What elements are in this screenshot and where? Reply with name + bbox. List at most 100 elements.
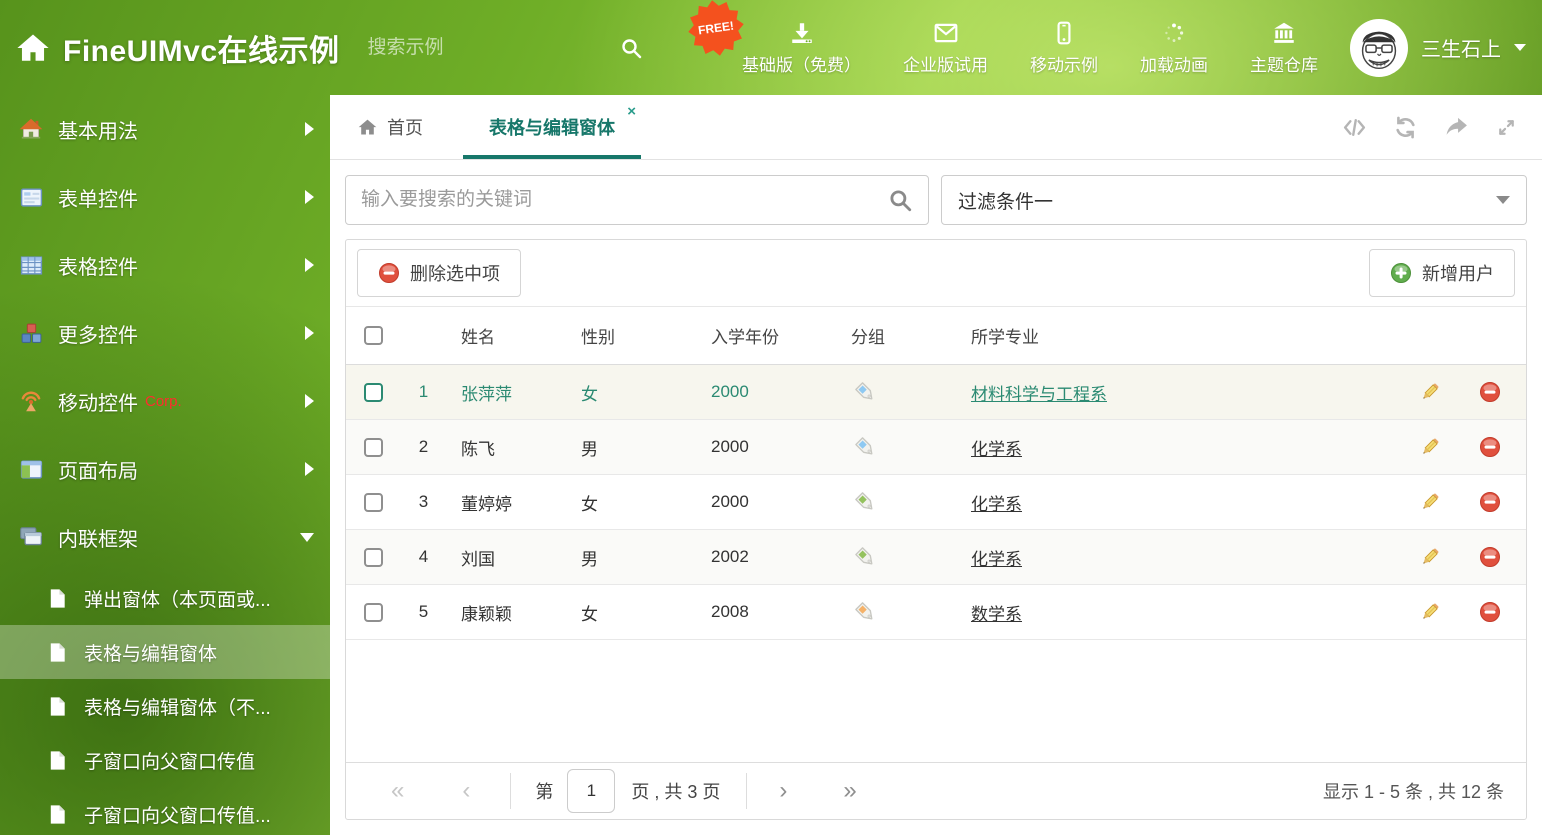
delete-cell	[1454, 601, 1526, 623]
sidebar-item-label: 页面布局	[58, 455, 138, 484]
add-user-button[interactable]: 新增用户	[1369, 249, 1515, 297]
pencil-icon[interactable]	[1419, 381, 1441, 403]
next-page-button[interactable]: ›	[779, 779, 787, 803]
header-menu-item-4[interactable]: 加载动画	[1140, 20, 1208, 76]
page-number-input[interactable]	[567, 769, 615, 813]
row-checkbox-cell	[346, 493, 401, 512]
chevron-right-icon	[305, 122, 314, 136]
delete-selected-button[interactable]: 删除选中项	[357, 249, 521, 297]
sidebar-item-form[interactable]: 表单控件	[0, 163, 330, 231]
minus-circle-icon[interactable]	[1479, 436, 1501, 458]
tab-home[interactable]: 首页	[345, 95, 435, 159]
header-search-input[interactable]	[368, 37, 613, 59]
share-icon[interactable]	[1444, 115, 1469, 140]
sidebar-subitem-1[interactable]: 弹出窗体（本页面或...	[0, 571, 330, 625]
pagination-bar: « ‹ 第 页 , 共 3 页 › » 显示 1 - 5 条 , 共 12 条	[346, 762, 1526, 819]
select-all-cell	[346, 326, 401, 345]
major-link[interactable]: 化学系	[971, 550, 1022, 569]
header-menu-label: 企业版试用	[903, 51, 988, 76]
sidebar-item-label: 内联框架	[58, 523, 138, 552]
select-all-checkbox[interactable]	[364, 326, 383, 345]
sidebar-item-more[interactable]: 更多控件	[0, 299, 330, 367]
user-menu[interactable]: 三生石上	[1350, 0, 1526, 95]
form-icon	[18, 185, 44, 210]
row-checkbox[interactable]	[364, 438, 383, 457]
major-link[interactable]: 化学系	[971, 440, 1022, 459]
document-icon	[44, 641, 70, 664]
sidebar-subitem-4[interactable]: 子窗口向父窗口传值	[0, 733, 330, 787]
major-link[interactable]: 化学系	[971, 495, 1022, 514]
header-menu-label: 加载动画	[1140, 51, 1208, 76]
major-link[interactable]: 材料科学与工程系	[971, 385, 1107, 404]
table-row[interactable]: 4刘国男2002化学系	[346, 530, 1526, 585]
table-row[interactable]: 2陈飞男2000化学系	[346, 420, 1526, 475]
refresh-icon[interactable]	[1393, 115, 1418, 140]
sidebar-item-label: 基本用法	[58, 115, 138, 144]
search-icon[interactable]	[619, 36, 643, 60]
sidebar-menu: 基本用法表单控件表格控件更多控件移动控件Corp. 页面布局内联框架弹出窗体（本页…	[0, 95, 330, 835]
chevron-right-icon	[305, 258, 314, 272]
cell-major: 数学系	[956, 600, 1406, 625]
row-number: 4	[401, 547, 446, 567]
delete-selected-label: 删除选中项	[410, 260, 500, 286]
sidebar-item-layout[interactable]: 页面布局	[0, 435, 330, 503]
minus-circle-icon[interactable]	[1479, 381, 1501, 403]
row-checkbox[interactable]	[364, 493, 383, 512]
code-icon[interactable]	[1342, 115, 1367, 140]
major-link[interactable]: 数学系	[971, 605, 1022, 624]
expand-icon[interactable]	[1495, 116, 1518, 139]
header-menu-item-1[interactable]: 基础版（免费）	[742, 20, 861, 76]
keyword-search-input[interactable]	[361, 189, 887, 211]
sidebar-subitem-5[interactable]: 子窗口向父窗口传值...	[0, 787, 330, 835]
minus-circle-icon[interactable]	[1479, 601, 1501, 623]
close-icon[interactable]: ×	[627, 104, 636, 119]
filter-row: 过滤条件一	[345, 175, 1527, 225]
sidebar-subitem-3[interactable]: 表格与编辑窗体（不...	[0, 679, 330, 733]
pencil-icon[interactable]	[1419, 546, 1441, 568]
tab-grid-edit-window[interactable]: 表格与编辑窗体×	[463, 95, 641, 159]
column-header-3[interactable]: 入学年份	[696, 323, 836, 348]
sidebar-item-mobile[interactable]: 移动控件Corp.	[0, 367, 330, 435]
header-menu-item-5[interactable]: 主题仓库	[1250, 20, 1318, 76]
sidebar-subitem-2[interactable]: 表格与编辑窗体	[0, 625, 330, 679]
table-row[interactable]: 3董婷婷女2000化学系	[346, 475, 1526, 530]
row-checkbox[interactable]	[364, 383, 383, 402]
search-icon[interactable]	[887, 187, 913, 213]
pencil-icon[interactable]	[1419, 601, 1441, 623]
header-menu-label: 主题仓库	[1250, 51, 1318, 76]
sidebar-item-grid[interactable]: 表格控件	[0, 231, 330, 299]
table-row[interactable]: 1张萍萍女2000材料科学与工程系	[346, 365, 1526, 420]
column-header-1[interactable]: 姓名	[446, 323, 566, 348]
first-page-button[interactable]: «	[391, 779, 404, 803]
cell-major: 化学系	[956, 545, 1406, 570]
sidebar-item-basic[interactable]: 基本用法	[0, 95, 330, 163]
row-checkbox[interactable]	[364, 548, 383, 567]
page-label-suffix: 页 , 共 3 页	[631, 778, 720, 804]
header-menu-item-2[interactable]: 企业版试用	[903, 20, 988, 76]
add-user-label: 新增用户	[1422, 260, 1494, 286]
pencil-icon[interactable]	[1419, 491, 1441, 513]
minus-circle-icon[interactable]	[1479, 546, 1501, 568]
column-header-2[interactable]: 性别	[566, 323, 696, 348]
cell-gender: 男	[566, 545, 696, 570]
edit-cell	[1406, 546, 1454, 568]
document-icon	[44, 587, 70, 610]
minus-circle-icon[interactable]	[1479, 491, 1501, 513]
delete-cell	[1454, 436, 1526, 458]
sidebar-item-iframe[interactable]: 内联框架	[0, 503, 330, 571]
row-checkbox-cell	[346, 438, 401, 457]
pencil-icon[interactable]	[1419, 436, 1441, 458]
row-checkbox[interactable]	[364, 603, 383, 622]
column-header-5[interactable]: 所学专业	[956, 323, 1406, 348]
chevron-down-icon	[1514, 44, 1526, 51]
header-menu-item-3[interactable]: 移动示例	[1030, 20, 1098, 76]
document-icon	[44, 695, 70, 718]
prev-page-button[interactable]: ‹	[462, 779, 470, 803]
table-row[interactable]: 5康颖颖女2008数学系	[346, 585, 1526, 640]
logo[interactable]: FineUIMvc在线示例	[0, 26, 340, 70]
column-header-4[interactable]: 分组	[836, 323, 956, 348]
filter-dropdown[interactable]: 过滤条件一	[941, 175, 1527, 225]
last-page-button[interactable]: »	[843, 779, 856, 803]
header-search	[368, 36, 583, 60]
cell-name: 董婷婷	[446, 490, 566, 515]
